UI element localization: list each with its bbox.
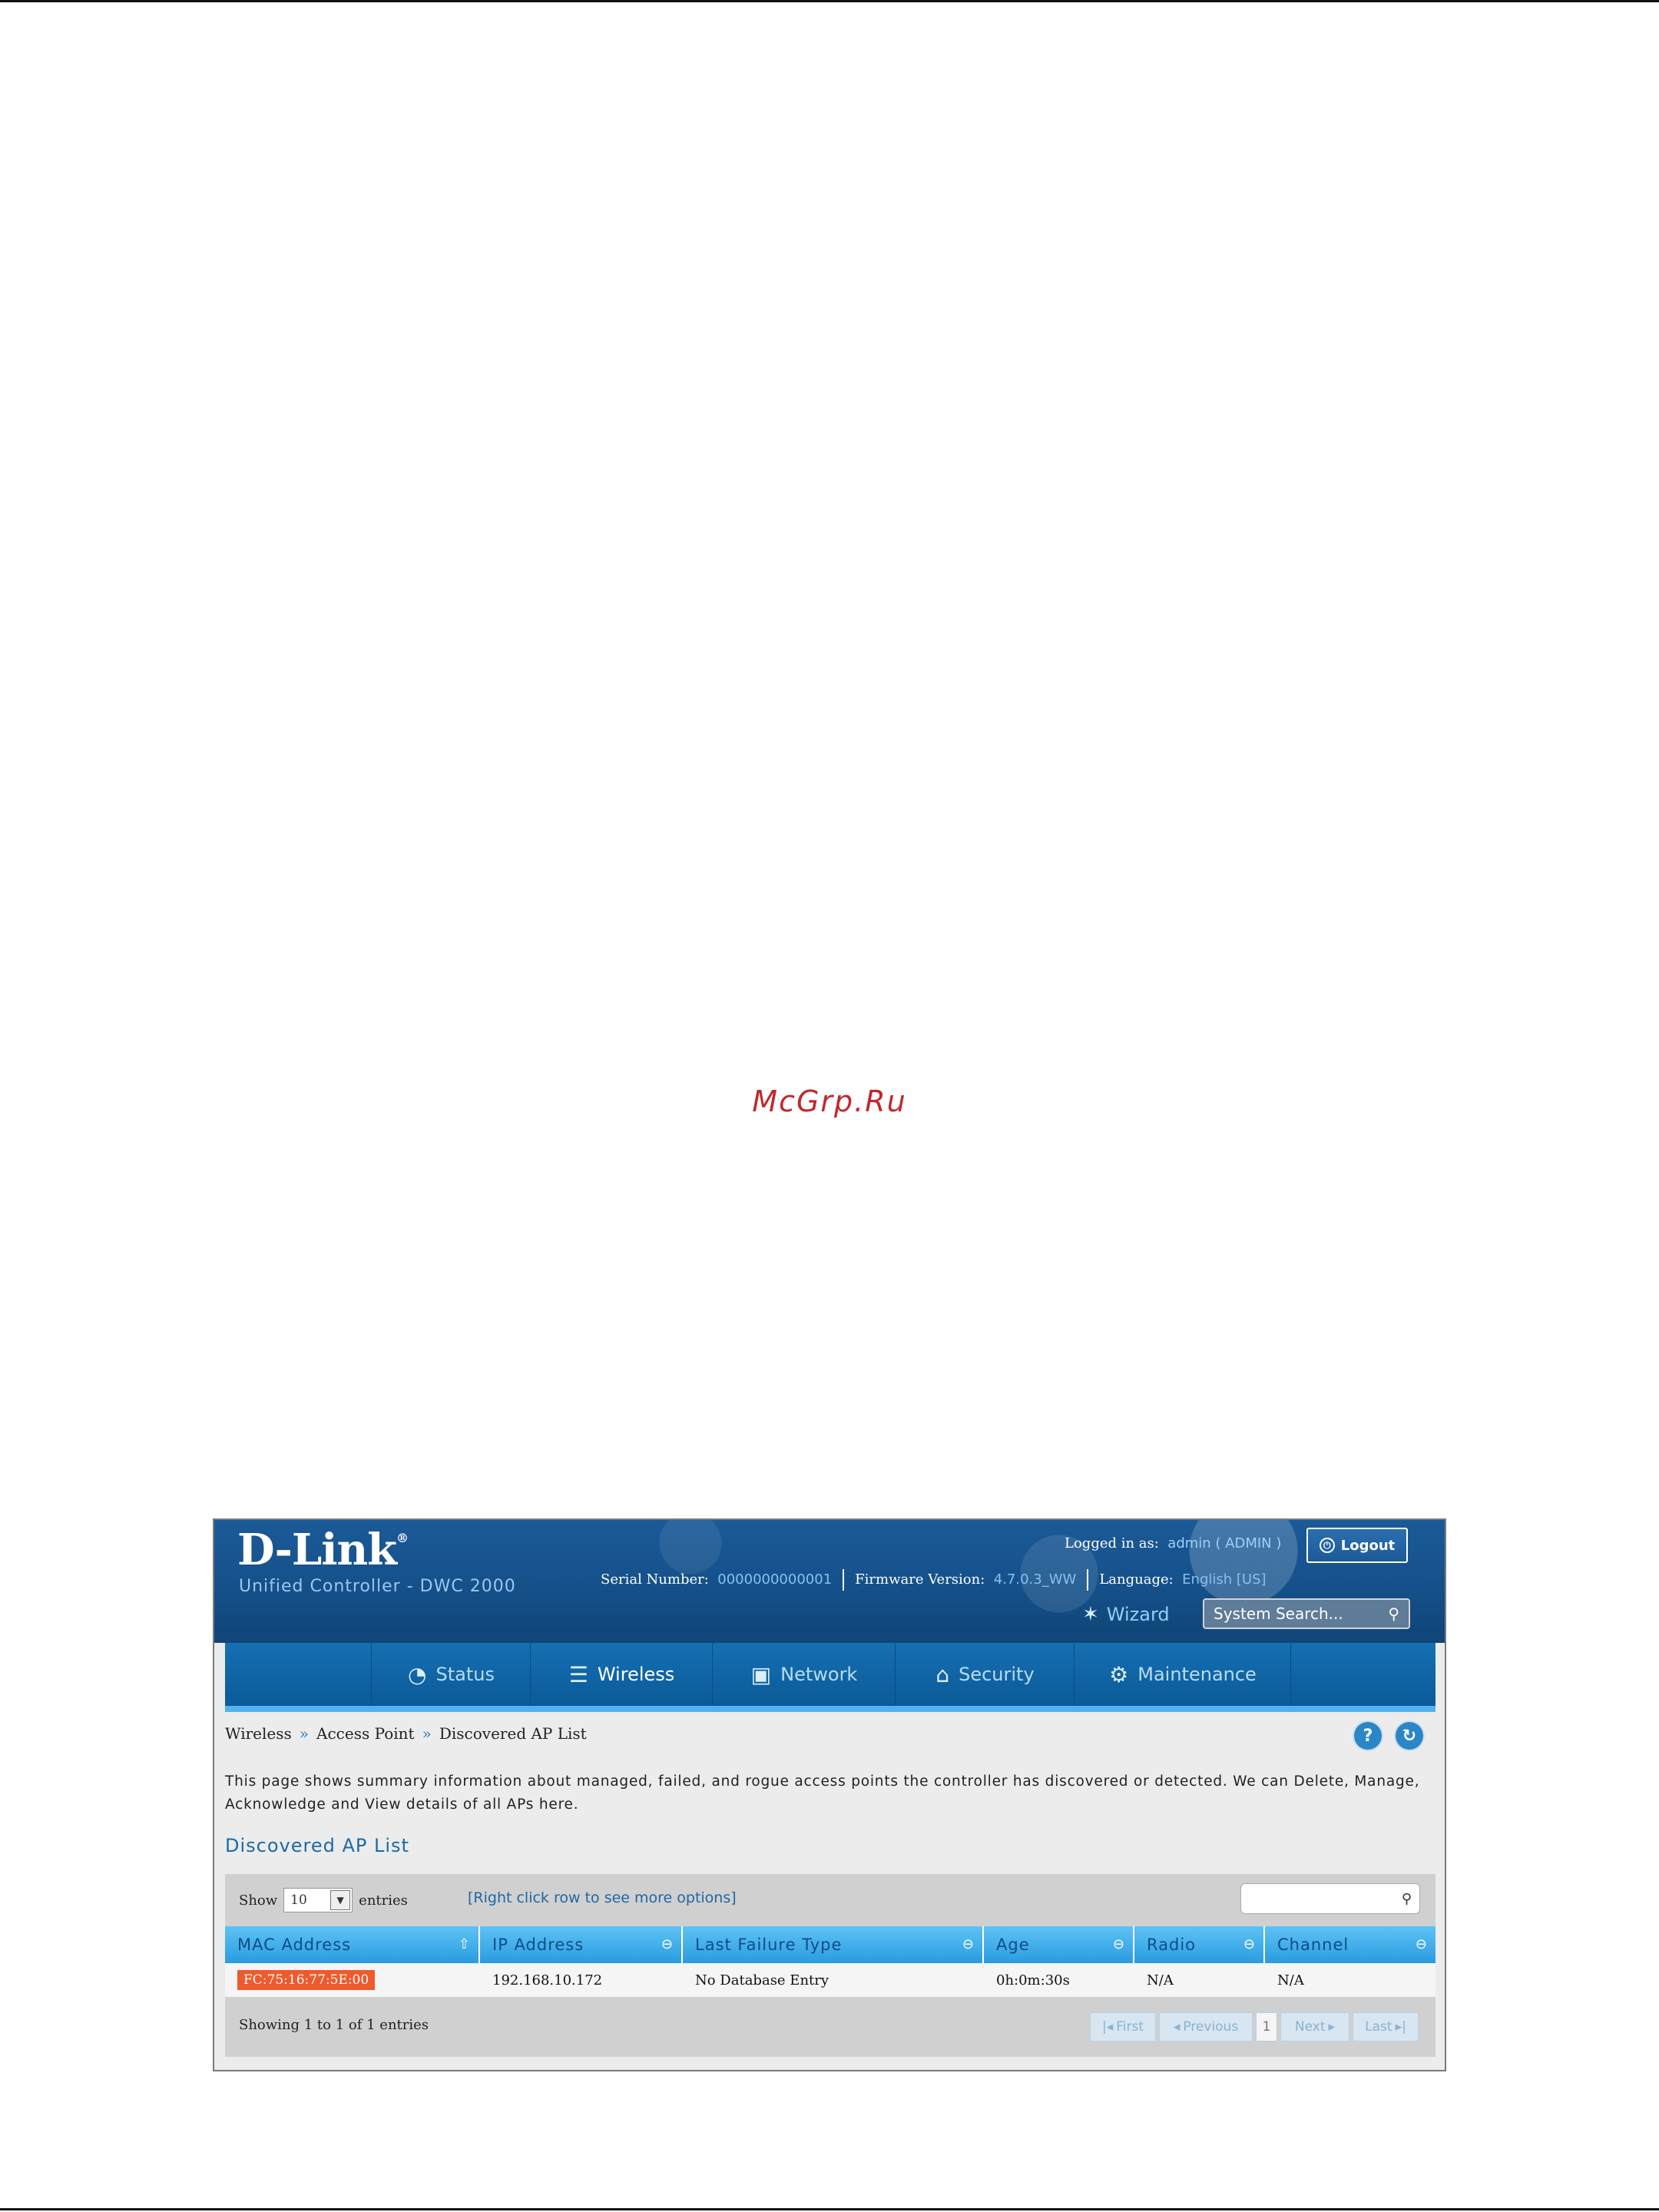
serial-number: 0000000000001 bbox=[717, 1571, 833, 1588]
breadcrumb-wireless[interactable]: Wireless bbox=[225, 1724, 292, 1743]
col-last-failure-type[interactable]: Last Failure Type ⊖ bbox=[683, 1926, 984, 1963]
logged-in-user: admin ( ADMIN ) bbox=[1167, 1535, 1282, 1551]
logged-in-info: Logged in as: admin ( ADMIN ) bbox=[1065, 1535, 1282, 1551]
lock-icon: ⌂ bbox=[935, 1661, 950, 1687]
breadcrumb: Wireless» Access Point» Discovered AP List bbox=[225, 1724, 587, 1743]
breadcrumb-current: Discovered AP List bbox=[439, 1724, 587, 1743]
gauge-icon: ◔ bbox=[408, 1661, 427, 1687]
nav-status[interactable]: ◔ Status bbox=[371, 1643, 531, 1706]
sort-asc-icon: ⇧ bbox=[458, 1936, 471, 1952]
cell-age: 0h:0m:30s bbox=[996, 1972, 1070, 1988]
cell-channel: N/A bbox=[1277, 1972, 1304, 1988]
header-banner: D-Link® Unified Controller - DWC 2000 Lo… bbox=[214, 1520, 1445, 1643]
nav-wireless[interactable]: ☰ Wireless bbox=[530, 1643, 713, 1706]
help-icon[interactable]: ? bbox=[1354, 1722, 1382, 1750]
first-icon: |◂ bbox=[1101, 2019, 1114, 2035]
cell-radio: N/A bbox=[1147, 1972, 1174, 1988]
screenshot-frame: D-Link® Unified Controller - DWC 2000 Lo… bbox=[213, 1518, 1446, 2071]
entries-select[interactable]: 10 ▼ bbox=[283, 1888, 353, 1912]
pager-last[interactable]: Last ▸| bbox=[1353, 2012, 1419, 2041]
search-icon: ⚲ bbox=[1401, 1890, 1412, 1907]
nav-network[interactable]: ▣ Network bbox=[712, 1643, 896, 1706]
pager-page-1[interactable]: 1 bbox=[1256, 2012, 1277, 2041]
wifi-icon: ☰ bbox=[568, 1661, 588, 1687]
power-icon: ⏻ bbox=[1319, 1538, 1335, 1553]
col-ip-address[interactable]: IP Address ⊖ bbox=[480, 1926, 683, 1963]
next-icon: ▸ bbox=[1328, 2019, 1336, 2035]
monitor-icon: ▣ bbox=[750, 1661, 772, 1687]
showing-entries-text: Showing 1 to 1 of 1 entries bbox=[239, 2017, 429, 2033]
watermark-text: McGrp.Ru bbox=[752, 1084, 907, 1118]
last-icon: ▸| bbox=[1395, 2019, 1406, 2035]
sort-icon: ⊖ bbox=[661, 1936, 674, 1952]
dlink-logo: D-Link® bbox=[237, 1525, 409, 1575]
cell-mac: FC:75:16:77:5E:00 bbox=[237, 1963, 376, 1997]
refresh-icon[interactable]: ↻ bbox=[1396, 1722, 1423, 1750]
product-subtitle: Unified Controller - DWC 2000 bbox=[239, 1577, 516, 1596]
table-row[interactable]: FC:75:16:77:5E:00 192.168.10.172 No Data… bbox=[225, 1963, 1435, 1997]
col-channel[interactable]: Channel ⊖ bbox=[1265, 1926, 1435, 1963]
chevron-down-icon: ▼ bbox=[330, 1890, 351, 1910]
page-description: This page shows summary information abou… bbox=[225, 1773, 1420, 1813]
sort-icon: ⊖ bbox=[1415, 1936, 1428, 1952]
sort-icon: ⊖ bbox=[1243, 1936, 1256, 1952]
sort-icon: ⊖ bbox=[962, 1936, 975, 1952]
breadcrumb-access-point[interactable]: Access Point bbox=[316, 1724, 415, 1743]
pager-previous[interactable]: ◂ Previous bbox=[1159, 2012, 1253, 2041]
magic-wand-icon: ✶ bbox=[1082, 1603, 1099, 1626]
device-info: Serial Number: 0000000000001 Firmware Ver… bbox=[601, 1569, 1267, 1591]
section-title: Discovered AP List bbox=[225, 1835, 409, 1856]
col-radio[interactable]: Radio ⊖ bbox=[1134, 1926, 1265, 1963]
col-mac-address[interactable]: MAC Address ⇧ bbox=[225, 1926, 480, 1963]
table-panel: Show 10 ▼ entries [Right click row to se… bbox=[225, 1874, 1435, 2057]
cell-failure: No Database Entry bbox=[695, 1972, 830, 1988]
top-rule bbox=[0, 0, 1659, 2]
table-search-input[interactable]: ⚲ bbox=[1240, 1883, 1420, 1914]
gears-icon: ⚙ bbox=[1109, 1661, 1129, 1687]
mac-badge: FC:75:16:77:5E:00 bbox=[237, 1970, 376, 1990]
prev-icon: ◂ bbox=[1173, 2019, 1181, 2035]
pager-first[interactable]: |◂ First bbox=[1090, 2012, 1156, 2041]
system-search-input[interactable]: System Search... ⚲ bbox=[1203, 1598, 1410, 1629]
language-link[interactable]: English [US] bbox=[1182, 1571, 1266, 1588]
right-click-hint: [Right click row to see more options] bbox=[468, 1889, 737, 1906]
firmware-version: 4.7.0.3_WW bbox=[993, 1571, 1077, 1588]
logout-button[interactable]: ⏻ Logout bbox=[1306, 1528, 1408, 1563]
bottom-rule bbox=[0, 2208, 1659, 2210]
nav-maintenance[interactable]: ⚙ Maintenance bbox=[1074, 1643, 1291, 1706]
wizard-link[interactable]: ✶ Wizard bbox=[1082, 1603, 1170, 1626]
cell-ip: 192.168.10.172 bbox=[492, 1972, 603, 1988]
show-entries: Show 10 ▼ entries bbox=[239, 1888, 408, 1912]
col-age[interactable]: Age ⊖ bbox=[984, 1926, 1134, 1963]
table-header: MAC Address ⇧ IP Address ⊖ Last Failure Ty… bbox=[225, 1926, 1435, 1963]
main-nav: ◔ Status ☰ Wireless ▣ Network ⌂ Security ⚙ Ma… bbox=[225, 1643, 1435, 1712]
search-icon: ⚲ bbox=[1388, 1604, 1399, 1623]
nav-security[interactable]: ⌂ Security bbox=[895, 1643, 1075, 1706]
pager-next[interactable]: Next ▸ bbox=[1280, 2012, 1349, 2041]
sort-icon: ⊖ bbox=[1112, 1936, 1125, 1952]
